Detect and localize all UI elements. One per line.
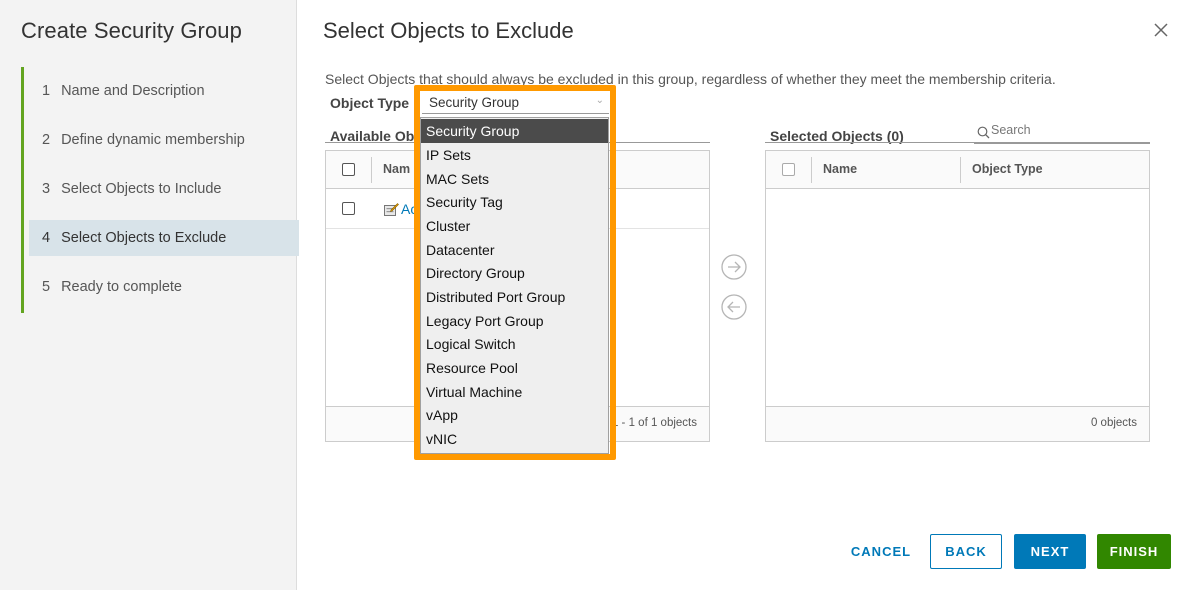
wizard-steps: 1 Name and Description 2 Define dynamic …	[21, 67, 299, 313]
selected-divider	[765, 142, 1150, 143]
grid-header: Name Object Type	[766, 151, 1149, 189]
cancel-button[interactable]: CANCEL	[840, 534, 922, 569]
column-separator	[960, 157, 961, 183]
step-label: Ready to complete	[61, 279, 182, 295]
option-logical-switch[interactable]: Logical Switch	[421, 332, 608, 356]
object-type-label: Object Type	[330, 95, 410, 111]
step-select-objects-to-exclude[interactable]: 4 Select Objects to Exclude	[29, 220, 299, 256]
column-header-name[interactable]: Name	[823, 162, 857, 176]
step-number: 1	[42, 83, 51, 99]
select-all-checkbox[interactable]	[782, 163, 795, 176]
option-distributed-port-group[interactable]: Distributed Port Group	[421, 285, 608, 309]
step-label: Name and Description	[61, 83, 205, 99]
option-vnic[interactable]: vNIC	[421, 427, 608, 451]
close-icon	[1154, 23, 1168, 37]
object-type-dropdown-list: Security Group IP Sets MAC Sets Security…	[420, 117, 609, 454]
option-directory-group[interactable]: Directory Group	[421, 261, 608, 285]
search-input[interactable]	[991, 123, 1141, 137]
step-number: 4	[42, 230, 51, 246]
row-checkbox[interactable]	[342, 202, 355, 215]
object-count: 1 - 1 of 1 objects	[611, 417, 697, 429]
wizard-title: Create Security Group	[21, 18, 242, 43]
option-security-tag[interactable]: Security Tag	[421, 190, 608, 214]
page-title: Select Objects to Exclude	[323, 18, 574, 43]
column-separator	[811, 157, 812, 183]
option-legacy-port-group[interactable]: Legacy Port Group	[421, 309, 608, 333]
column-header-name[interactable]: Nam	[383, 162, 410, 176]
object-count: 0 objects	[1090, 417, 1137, 429]
remove-from-selected-button[interactable]	[721, 294, 747, 320]
add-to-selected-button[interactable]	[721, 254, 747, 280]
option-cluster[interactable]: Cluster	[421, 214, 608, 238]
option-resource-pool[interactable]: Resource Pool	[421, 356, 608, 380]
option-mac-sets[interactable]: MAC Sets	[421, 167, 608, 191]
grid-footer: 0 objects	[766, 406, 1149, 441]
arrow-right-circle-icon	[721, 254, 747, 280]
step-ready-to-complete[interactable]: 5 Ready to complete	[29, 269, 299, 305]
option-vapp[interactable]: vApp	[421, 403, 608, 427]
step-number: 3	[42, 181, 51, 197]
wizard-sidebar: Create Security Group 1 Name and Descrip…	[0, 0, 299, 590]
step-label: Define dynamic membership	[61, 132, 245, 148]
next-button[interactable]: NEXT	[1014, 534, 1086, 569]
security-group-icon	[383, 201, 399, 222]
option-security-group[interactable]: Security Group	[421, 119, 608, 143]
option-virtual-machine[interactable]: Virtual Machine	[421, 380, 608, 404]
step-label: Select Objects to Include	[61, 181, 222, 197]
search-field[interactable]	[974, 122, 1150, 144]
column-header-object-type[interactable]: Object Type	[972, 162, 1043, 176]
back-button[interactable]: BACK	[930, 534, 1002, 569]
column-separator	[371, 157, 372, 183]
option-datacenter[interactable]: Datacenter	[421, 238, 608, 262]
step-name-and-description[interactable]: 1 Name and Description	[29, 73, 299, 109]
step-define-dynamic-membership[interactable]: 2 Define dynamic membership	[29, 122, 299, 158]
step-label: Select Objects to Exclude	[61, 230, 227, 246]
option-ip-sets[interactable]: IP Sets	[421, 143, 608, 167]
step-number: 5	[42, 279, 51, 295]
step-number: 2	[42, 132, 51, 148]
select-all-checkbox[interactable]	[342, 163, 355, 176]
step-select-objects-to-include[interactable]: 3 Select Objects to Include	[29, 171, 299, 207]
selected-objects-grid: Name Object Type 0 objects	[765, 150, 1150, 442]
finish-button[interactable]: FINISH	[1097, 534, 1171, 569]
arrow-left-circle-icon	[721, 294, 747, 320]
close-button[interactable]	[1150, 19, 1172, 41]
